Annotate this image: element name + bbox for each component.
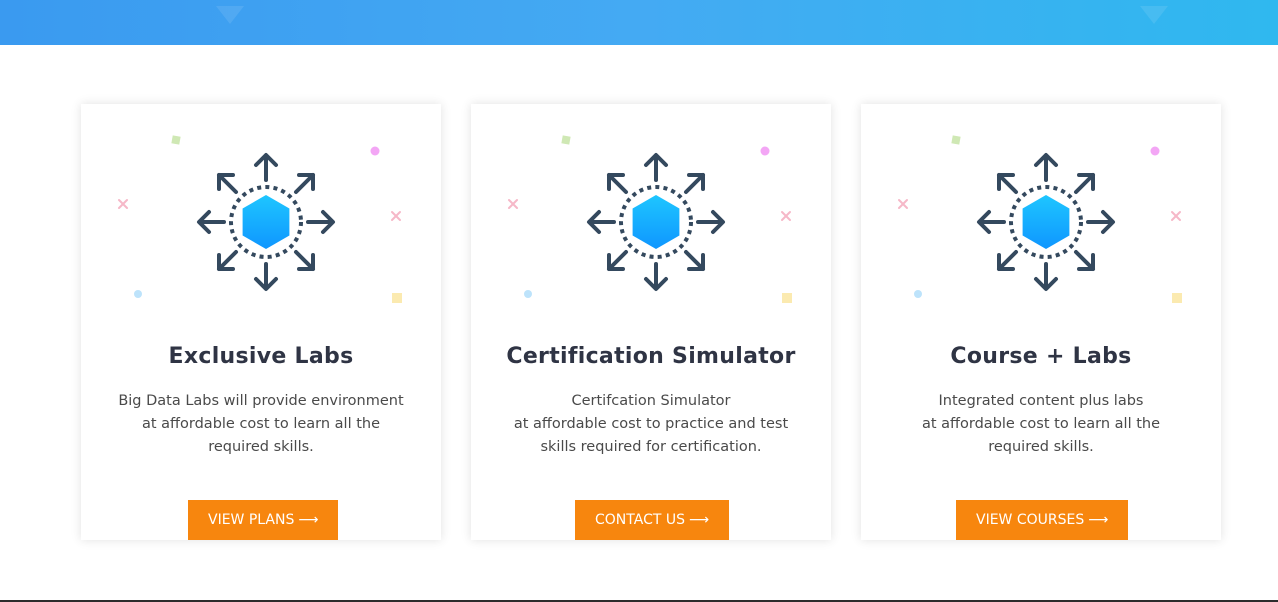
card-description-line: at affordable cost to learn all the (921, 416, 1161, 432)
confetti-dot (524, 290, 532, 298)
card-description-line: skills required for certification. (540, 439, 762, 455)
card-course-labs: Course + Labs Integrated content plus la… (861, 104, 1221, 540)
card-description-line: at affordable cost to learn all the (141, 416, 381, 432)
expand-arrows-hexagon-icon (898, 135, 1182, 303)
confetti-square (392, 293, 402, 303)
button-label: VIEW PLANS (208, 512, 295, 528)
expand-arrows-hexagon-icon (118, 135, 402, 303)
confetti-dot (134, 290, 142, 298)
button-label: CONTACT US (595, 512, 685, 528)
long-arrow-right-icon: ⟶ (688, 512, 710, 528)
banner-decoration (216, 6, 244, 24)
confetti-dot (760, 146, 770, 156)
expand-arrows-hexagon-icon (508, 135, 792, 303)
card-title: Exclusive Labs (168, 344, 354, 369)
card-description: Certifcation Simulator at affordable cos… (491, 390, 811, 459)
confetti-square (171, 135, 181, 145)
view-courses-button[interactable]: VIEW COURSES ⟶ (956, 500, 1129, 540)
banner-decoration (1140, 6, 1168, 24)
confetti-dot (370, 146, 380, 156)
confetti-dot (914, 290, 922, 298)
confetti-dot (1150, 146, 1160, 156)
top-banner (0, 0, 1278, 45)
confetti-square (1172, 293, 1182, 303)
card-description-line: required skills. (208, 439, 314, 455)
card-description: Integrated content plus labs at affordab… (881, 390, 1201, 459)
button-label: VIEW COURSES (976, 512, 1085, 528)
card-description: Big Data Labs will provide environment a… (101, 390, 421, 459)
confetti-square (951, 135, 961, 145)
card-description-line: Big Data Labs will provide environment (118, 393, 404, 409)
long-arrow-right-icon: ⟶ (1088, 512, 1109, 528)
card-description-line: Certifcation Simulator (571, 393, 731, 409)
confetti-square (561, 135, 571, 145)
view-plans-button[interactable]: VIEW PLANS ⟶ (188, 500, 339, 540)
card-description-line: required skills. (988, 439, 1094, 455)
card-title: Certification Simulator (506, 344, 796, 369)
card-description-line: Integrated content plus labs (938, 393, 1144, 409)
card-title: Course + Labs (950, 344, 1132, 369)
contact-us-button[interactable]: CONTACT US ⟶ (575, 500, 730, 540)
confetti-square (782, 293, 792, 303)
card-exclusive-labs: Exclusive Labs Big Data Labs will provid… (81, 104, 441, 540)
card-certification-simulator: Certification Simulator Certifcation Sim… (471, 104, 831, 540)
card-description-line: at affordable cost to practice and test (513, 416, 789, 432)
long-arrow-right-icon: ⟶ (298, 512, 319, 528)
